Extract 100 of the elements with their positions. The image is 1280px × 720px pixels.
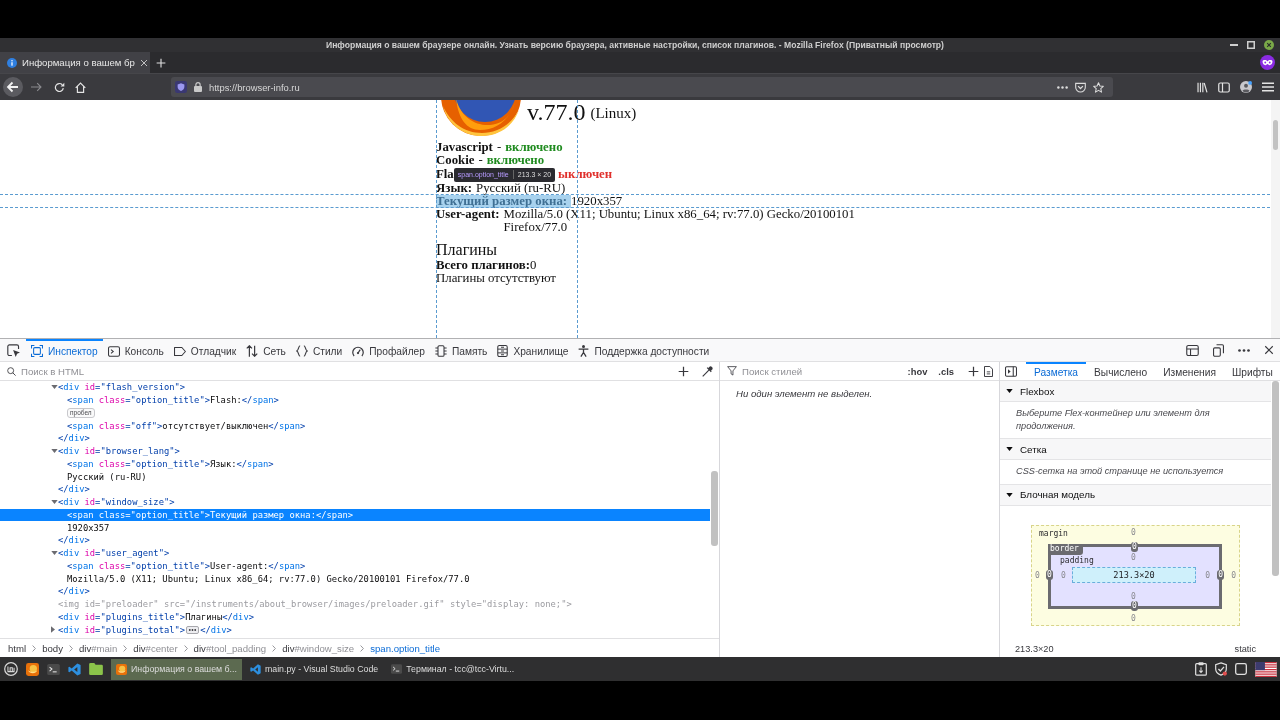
- search-field[interactable]: Поиск в HTML: [21, 363, 673, 379]
- toggle-button[interactable]: .cls: [935, 365, 957, 377]
- folder-icon[interactable]: [89, 663, 103, 675]
- taskbar-button[interactable]: Терминал - tcc@tcc-Virtu...: [386, 658, 520, 680]
- books-icon[interactable]: [1197, 81, 1208, 93]
- markup-line[interactable]: <div id="user_agent">: [58, 548, 170, 559]
- breadcrumb[interactable]: div#main: [74, 642, 122, 654]
- section-header[interactable]: Блочная модель: [1000, 484, 1271, 506]
- sidebar-tab[interactable]: Изменения: [1155, 362, 1224, 380]
- markup-line[interactable]: <div id="browser_lang">: [58, 446, 180, 457]
- breadcrumb[interactable]: div#center: [129, 642, 182, 654]
- markup-line[interactable]: <span class="option_title">User-agent:</span>: [67, 560, 306, 571]
- back-icon[interactable]: [3, 77, 23, 97]
- markup-line[interactable]: </div>: [58, 484, 90, 495]
- close-icon[interactable]: [1264, 345, 1274, 355]
- expand-arrow-icon[interactable]: [1006, 389, 1013, 393]
- layout-icon[interactable]: [1186, 344, 1199, 356]
- forward-icon[interactable]: [31, 82, 42, 92]
- devtools-tab[interactable]: Поддержка доступности: [573, 339, 715, 361]
- expand-arrow-icon[interactable]: [1006, 492, 1013, 497]
- search-field[interactable]: Поиск стилей: [742, 363, 900, 379]
- scrollbar-thumb[interactable]: [1273, 120, 1278, 150]
- devtools-tab[interactable]: Сеть: [241, 339, 291, 361]
- margin-value[interactable]: 0: [1231, 570, 1236, 580]
- markup-line[interactable]: <span class="option_title">Flash:</span>: [67, 395, 279, 406]
- margin-value[interactable]: 0: [1035, 570, 1040, 580]
- option-label: Fla: [436, 167, 454, 181]
- margin-value[interactable]: 0: [1131, 613, 1136, 623]
- scrollbar-thumb[interactable]: [711, 471, 718, 546]
- sidebar-icon[interactable]: [1218, 81, 1230, 93]
- devtools-tab[interactable]: Консоль: [102, 339, 169, 361]
- home-icon[interactable]: [75, 81, 86, 93]
- account-icon[interactable]: [1240, 81, 1252, 93]
- margin-value[interactable]: 0: [1131, 527, 1136, 537]
- section-header[interactable]: Flexbox: [1000, 381, 1271, 402]
- plus-icon[interactable]: [678, 365, 689, 377]
- border-value[interactable]: 0: [1217, 569, 1224, 580]
- section-header[interactable]: Сетка: [1000, 439, 1271, 460]
- ellipsis-icon[interactable]: [1057, 85, 1068, 89]
- border-value[interactable]: 0: [1131, 541, 1138, 552]
- ellipsis-icon[interactable]: [186, 625, 200, 634]
- markup-line[interactable]: <div id="plugins_total">: [58, 624, 186, 635]
- breadcrumb[interactable]: div#tool_padding: [189, 642, 271, 654]
- star-icon[interactable]: [1093, 81, 1104, 93]
- border-label: border: [1048, 543, 1083, 555]
- border-value[interactable]: 0: [1046, 569, 1053, 580]
- expand-arrow-icon[interactable]: [1006, 447, 1013, 451]
- markup-line[interactable]: 1920x357: [67, 522, 110, 533]
- close-icon[interactable]: [1264, 40, 1274, 50]
- sidebar-toggle-icon[interactable]: [1005, 365, 1017, 377]
- markup-line[interactable]: </div>: [200, 624, 232, 635]
- markup-line[interactable]: <span class="off">отсутствует/выключен</span>: [67, 420, 306, 431]
- markup-line[interactable]: <div id="window_size">: [58, 497, 175, 508]
- flag-icon[interactable]: [1255, 661, 1277, 677]
- sidebar-tab[interactable]: Вычислено: [1086, 362, 1156, 380]
- start-menu-icon[interactable]: [4, 662, 18, 676]
- toggle-button[interactable]: :hov: [904, 365, 931, 377]
- markup-line[interactable]: Mozilla/5.0 (X11; Ubuntu; Linux x86_64; rv:77.0) Gecko/20100101 Firefox/77.0: [67, 573, 470, 584]
- markup-line[interactable]: </div>: [58, 586, 90, 597]
- shield-icon[interactable]: [1215, 662, 1227, 676]
- shield-icon[interactable]: [175, 81, 187, 93]
- devtools-tab[interactable]: Стили: [290, 339, 348, 361]
- devtools-tab[interactable]: Инспектор: [26, 339, 103, 361]
- separate-window-icon[interactable]: [1213, 343, 1224, 357]
- markup-line[interactable]: <span class="option_title">Язык:</span>: [67, 458, 274, 469]
- terminal-icon[interactable]: [47, 663, 60, 675]
- breadcrumb[interactable]: html: [4, 642, 31, 654]
- element-picker-icon[interactable]: [7, 343, 20, 357]
- devtools-tab[interactable]: Память: [429, 339, 493, 361]
- ellipsis-icon[interactable]: [1238, 348, 1250, 352]
- devtools-tab[interactable]: Профайлер: [347, 339, 430, 361]
- browser-icon[interactable]: [26, 662, 39, 676]
- breadcrumb[interactable]: span.option_title: [366, 642, 445, 654]
- chevron-shield-icon[interactable]: [1075, 81, 1086, 93]
- square-outline-icon[interactable]: [1235, 663, 1247, 675]
- markup-line[interactable]: </div>: [58, 535, 90, 546]
- document-icon[interactable]: [984, 365, 993, 377]
- breadcrumb[interactable]: div#window_size: [278, 642, 359, 654]
- plus-icon[interactable]: [968, 365, 979, 377]
- devtools-tab[interactable]: Хранилище: [492, 339, 574, 361]
- content-size[interactable]: 213.3×20: [1072, 566, 1196, 583]
- sidebar-tab[interactable]: Шрифты: [1223, 362, 1280, 380]
- breadcrumb[interactable]: body: [38, 642, 67, 654]
- markup-line[interactable]: Русский (ru-RU): [67, 471, 147, 482]
- maximize-icon[interactable]: [1247, 41, 1255, 49]
- devtools-tab[interactable]: Отладчик: [168, 339, 242, 361]
- menu-icon[interactable]: [1262, 82, 1274, 92]
- taskbar-button[interactable]: main.py - Visual Studio Code: [244, 658, 384, 680]
- markup-line[interactable]: </div>: [58, 433, 90, 444]
- border-value[interactable]: 0: [1131, 600, 1138, 611]
- clipboard-icon[interactable]: [1195, 662, 1207, 676]
- browser-tab[interactable]: Информация о вашем бр: [0, 52, 150, 73]
- eyedropper-icon[interactable]: [702, 365, 713, 377]
- code-editor-icon[interactable]: [68, 662, 81, 676]
- markup-line[interactable]: <div id="flash_version">: [58, 382, 186, 393]
- reload-icon[interactable]: [54, 81, 65, 93]
- markup-line[interactable]: <div id="plugins_title">Плагины</div>: [58, 611, 254, 622]
- taskbar-button[interactable]: Информация о вашем б...: [111, 658, 242, 680]
- address-field[interactable]: https://browser-info.ru: [171, 77, 1113, 97]
- scrollbar-thumb[interactable]: [1272, 381, 1279, 576]
